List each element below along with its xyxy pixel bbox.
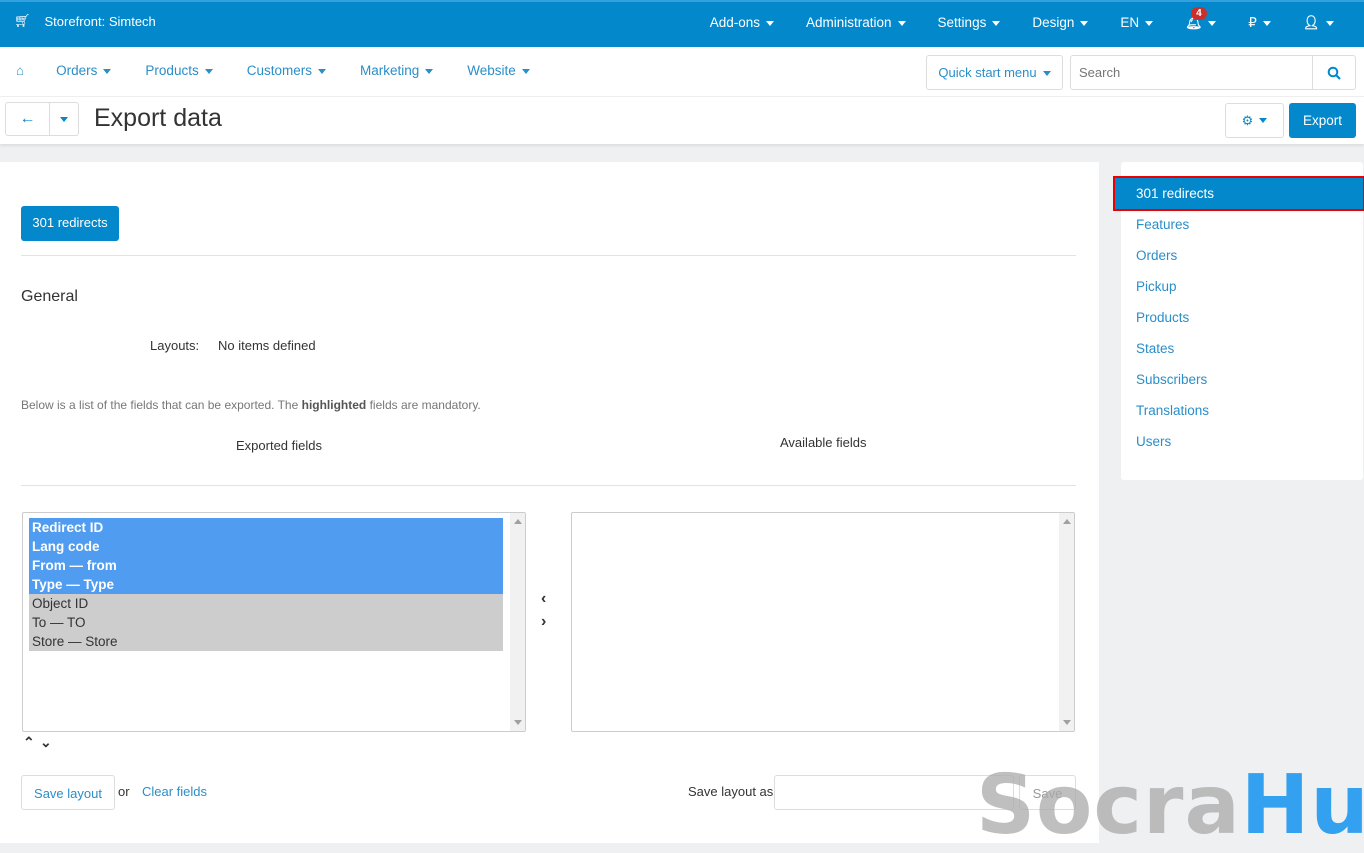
search-box — [1070, 55, 1356, 90]
field-option[interactable]: Type — Type — [29, 575, 503, 594]
notifications-button[interactable]: 🔔︎ 4 — [1185, 7, 1217, 31]
main-content: 301 redirects General Layouts: No items … — [0, 162, 1099, 843]
move-left-icon[interactable]: ‹ — [541, 590, 546, 608]
sidebar-item[interactable]: States — [1121, 333, 1363, 364]
menu-add-ons[interactable]: Add-ons — [710, 15, 774, 31]
divider — [21, 255, 1076, 256]
watermark-logo: SocraHub — [976, 758, 1364, 853]
menu-language[interactable]: EN — [1120, 15, 1154, 31]
sidebar-item[interactable]: 301 redirects — [1113, 176, 1364, 211]
menu-design[interactable]: Design — [1032, 15, 1089, 31]
user-menu[interactable]: 👤︎ — [1303, 15, 1334, 31]
exported-fields-title: Exported fields — [236, 438, 322, 453]
export-button[interactable]: Export — [1289, 103, 1356, 138]
section-title: General — [21, 288, 78, 305]
search-button[interactable] — [1312, 56, 1355, 89]
clear-fields-link[interactable]: Clear fields — [142, 784, 207, 799]
sidebar-item[interactable]: Features — [1121, 209, 1363, 240]
tab-301-redirects[interactable]: 301 redirects — [21, 206, 119, 241]
or-label: or — [118, 784, 130, 799]
sidebar-item[interactable]: Pickup — [1121, 271, 1363, 302]
move-up-icon[interactable]: ⌃ — [23, 734, 35, 751]
layouts-value: No items defined — [218, 338, 316, 353]
move-down-icon[interactable]: ⌄ — [40, 734, 52, 751]
search-input[interactable] — [1071, 56, 1312, 89]
sidebar-item[interactable]: Orders — [1121, 240, 1363, 271]
sidebar-item[interactable]: Users — [1121, 426, 1363, 457]
save-layout-as-label: Save layout as: — [688, 784, 777, 799]
nav-orders[interactable]: Orders — [56, 63, 112, 78]
top-bar: 🛒︎ Storefront: Simtech Add-ons Administr… — [0, 0, 1364, 47]
quick-start-menu-button[interactable]: Quick start menu — [926, 55, 1063, 90]
save-layout-button[interactable]: Save layout — [21, 775, 115, 810]
sidebar-item[interactable]: Subscribers — [1121, 364, 1363, 395]
field-option[interactable]: Lang code — [29, 537, 503, 556]
export-type-sidebar: 301 redirects Features Orders Pickup Product… — [1113, 162, 1364, 480]
currency-menu[interactable]: ₽ — [1248, 15, 1271, 31]
field-option[interactable]: To — TO — [29, 613, 503, 632]
scrollbar[interactable] — [1059, 513, 1074, 731]
fields-note: Below is a list of the fields that can b… — [21, 398, 481, 412]
menu-settings[interactable]: Settings — [938, 15, 1001, 31]
nav-customers[interactable]: Customers — [247, 63, 326, 78]
nav-website[interactable]: Website — [467, 63, 530, 78]
nav-marketing[interactable]: Marketing — [360, 63, 434, 78]
sidebar-item[interactable]: Products — [1121, 302, 1363, 333]
page-header: ← Export data ⚙ Export — [0, 97, 1364, 144]
user-icon: 👤︎ — [1302, 15, 1320, 30]
settings-dropdown[interactable]: ⚙ — [1225, 103, 1284, 138]
page-title: Export data — [94, 104, 222, 132]
gear-icon: ⚙ — [1241, 112, 1254, 128]
scrollbar[interactable] — [510, 513, 525, 731]
menu-administration[interactable]: Administration — [806, 15, 906, 31]
storefront-label: Storefront: Simtech — [44, 13, 156, 29]
field-option[interactable]: Redirect ID — [29, 518, 503, 537]
sidebar-item[interactable]: Translations — [1121, 395, 1363, 426]
back-button[interactable]: ← — [6, 103, 50, 135]
layouts-label: Layouts: — [150, 338, 200, 353]
divider — [21, 485, 1076, 486]
history-dropdown[interactable] — [50, 103, 78, 135]
field-option[interactable]: From — from — [29, 556, 503, 575]
field-option[interactable]: Object ID — [29, 594, 503, 613]
nav-products[interactable]: Products — [145, 63, 213, 78]
main-nav: ⌂ Orders Products Customers Marketing We… — [0, 47, 1364, 97]
field-option[interactable]: Store — Store — [29, 632, 503, 651]
storefront-link[interactable]: 🛒︎ Storefront: Simtech — [14, 13, 156, 29]
home-icon[interactable]: ⌂ — [16, 63, 24, 78]
available-fields-list[interactable] — [571, 512, 1075, 732]
search-icon — [1327, 66, 1341, 80]
notification-badge: 4 — [1191, 7, 1207, 20]
move-right-icon[interactable]: › — [541, 613, 546, 631]
cart-icon: 🛒︎ — [14, 13, 31, 28]
available-fields-title: Available fields — [780, 435, 867, 450]
exported-fields-list[interactable]: Redirect ID Lang code From — from Type — Ty… — [22, 512, 526, 732]
